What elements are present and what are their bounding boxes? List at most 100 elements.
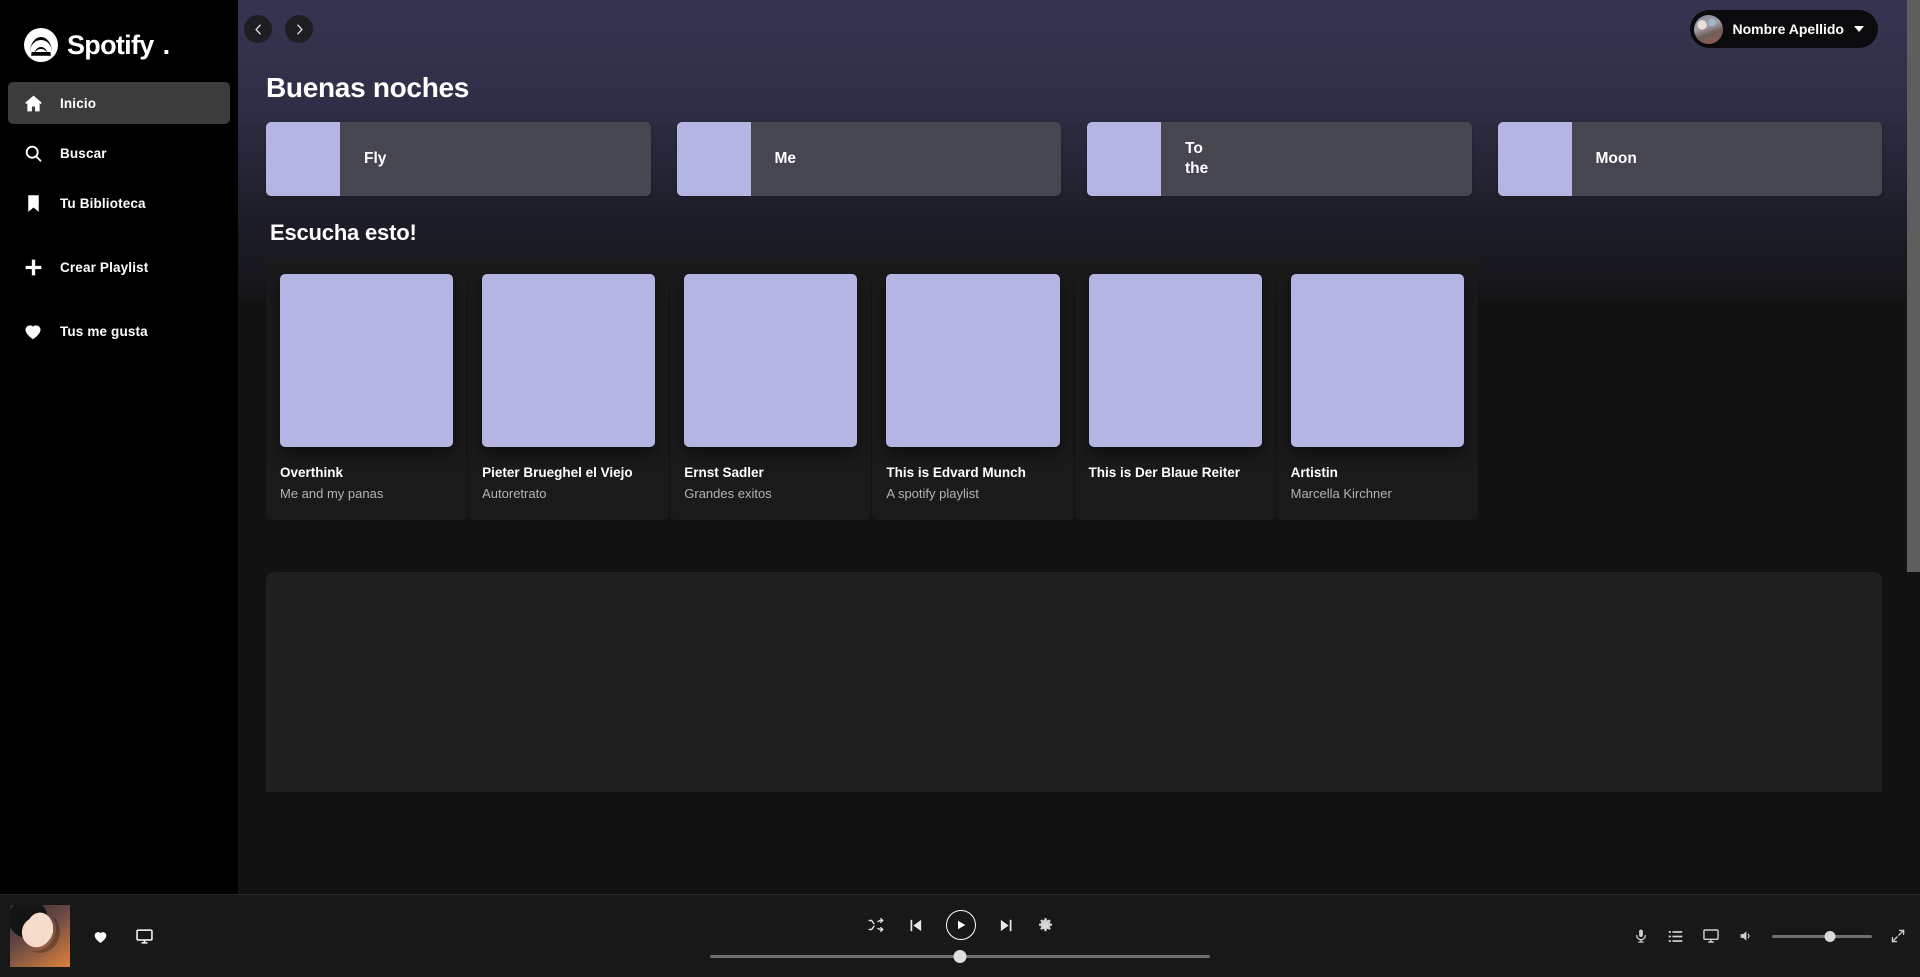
album-card[interactable]: Overthink Me and my panas xyxy=(266,260,468,521)
shortcut-card[interactable]: Me xyxy=(676,122,1061,196)
volume-button[interactable] xyxy=(1738,928,1754,944)
spotify-logo-icon xyxy=(24,28,58,62)
shortcut-thumbnail xyxy=(676,122,751,196)
topbar: Nombre Apellido xyxy=(238,0,1920,58)
album-title: This is Der Blaue Reiter xyxy=(1088,465,1241,481)
album-art xyxy=(886,274,1060,448)
album-card[interactable]: This is Edvard Munch A spotify playlist xyxy=(872,260,1074,521)
shortcut-card[interactable]: Moon xyxy=(1497,122,1882,196)
back-button[interactable] xyxy=(244,15,272,43)
avatar xyxy=(1693,14,1723,44)
album-subtitle: A spotify playlist xyxy=(886,486,979,502)
user-name-label: Nombre Apellido xyxy=(1732,21,1845,37)
history-nav xyxy=(244,15,313,43)
album-card-empty xyxy=(1681,260,1882,520)
album-art xyxy=(684,274,858,448)
album-art xyxy=(1088,274,1262,448)
forward-button[interactable] xyxy=(285,15,313,43)
brand-dot: . xyxy=(162,29,171,60)
spotify-logo[interactable]: Spotify . xyxy=(0,14,238,66)
spotify-app-window: Spotify . Inicio Buscar Tu Biblioteca Cr… xyxy=(0,0,1920,977)
page-title: Buenas noches xyxy=(266,72,470,103)
play-button[interactable] xyxy=(945,910,976,940)
transport-buttons xyxy=(867,910,1054,940)
sidebar-item-crear-playlist[interactable]: Crear Playlist xyxy=(8,246,230,288)
next-button[interactable] xyxy=(998,917,1015,934)
shortcut-card[interactable]: To the xyxy=(1087,122,1472,196)
heart-icon xyxy=(22,320,44,342)
section-title: Escucha esto! xyxy=(270,220,417,245)
album-title: Pieter Brueghel el Viejo xyxy=(482,465,633,481)
album-title: Ernst Sadler xyxy=(684,465,764,481)
album-title: Overthink xyxy=(280,465,344,481)
album-subtitle: Grandes exitos xyxy=(684,486,772,502)
sidebar-item-inicio[interactable]: Inicio xyxy=(8,82,230,124)
shortcut-title-line2: the xyxy=(1185,160,1209,177)
sidebar-item-tus-me-gusta[interactable]: Tus me gusta xyxy=(8,310,230,352)
fullscreen-button[interactable] xyxy=(1890,928,1906,944)
volume-knob[interactable] xyxy=(1824,930,1836,942)
album-subtitle: Autoretrato xyxy=(482,486,547,502)
progress-knob[interactable] xyxy=(953,949,967,963)
album-card[interactable]: Artistin Marcella Kirchner xyxy=(1276,260,1478,521)
sidebar-item-label: Crear Playlist xyxy=(60,259,149,275)
monitor-icon[interactable] xyxy=(135,927,154,946)
album-card[interactable]: Pieter Brueghel el Viejo Autoretrato xyxy=(468,260,670,521)
home-content: Buenas noches Fly Me To the Moon Escucha… xyxy=(238,72,1920,793)
now-playing-actions xyxy=(92,927,154,946)
sidebar-item-label: Buscar xyxy=(60,145,107,161)
bookmark-icon xyxy=(22,192,44,214)
main-scroll-area: Nombre Apellido Buenas noches Fly Me To … xyxy=(238,0,1920,894)
album-card[interactable]: Ernst Sadler Grandes exitos xyxy=(670,260,872,521)
home-icon xyxy=(22,92,44,114)
sidebar-item-label: Inicio xyxy=(60,95,97,111)
shortcut-thumbnail xyxy=(266,122,340,196)
microphone-button[interactable] xyxy=(1633,928,1649,944)
shuffle-button[interactable] xyxy=(867,916,885,934)
brand-name: Spotify xyxy=(67,29,154,60)
queue-button[interactable] xyxy=(1667,928,1684,945)
album-art xyxy=(482,274,656,448)
shortcut-title-line1: To xyxy=(1185,140,1203,157)
volume-slider[interactable] xyxy=(1772,930,1872,942)
album-subtitle: Marcella Kirchner xyxy=(1290,486,1392,502)
vertical-scrollbar[interactable] xyxy=(1907,0,1920,894)
shortcut-thumbnail xyxy=(1087,122,1161,196)
play-icon xyxy=(957,920,965,930)
scrollbar-thumb[interactable] xyxy=(1907,0,1920,572)
like-button[interactable] xyxy=(92,928,109,945)
album-art-thumbnail[interactable] xyxy=(10,905,70,967)
plus-icon xyxy=(22,256,44,278)
shortcut-title: Me xyxy=(751,122,797,196)
settings-button[interactable] xyxy=(1037,917,1054,934)
sidebar-item-buscar[interactable]: Buscar xyxy=(8,132,230,174)
shortcut-title: Moon xyxy=(1572,122,1637,196)
shortcut-title: Fly xyxy=(340,122,386,196)
shortcut-card[interactable]: Fly xyxy=(266,122,651,196)
album-card[interactable]: This is Der Blaue Reiter xyxy=(1074,260,1276,521)
shortcut-title-line1: Moon xyxy=(1595,150,1637,167)
playback-controls xyxy=(360,910,1560,963)
album-card-row: Overthink Me and my panas Pieter Brueghe… xyxy=(266,260,1882,521)
album-subtitle: Me and my panas xyxy=(280,486,384,502)
player-bar xyxy=(0,894,1920,977)
album-art xyxy=(1290,274,1464,448)
user-profile-button[interactable]: Nombre Apellido xyxy=(1689,10,1878,48)
connect-device-button[interactable] xyxy=(1702,927,1720,945)
sidebar-item-label: Tu Biblioteca xyxy=(60,195,146,211)
volume-track xyxy=(1772,934,1872,938)
empty-panel xyxy=(266,572,1882,793)
progress-slider[interactable] xyxy=(710,949,1210,963)
sidebar-item-tu-biblioteca[interactable]: Tu Biblioteca xyxy=(8,182,230,224)
main-content: Nombre Apellido Buenas noches Fly Me To … xyxy=(238,0,1920,894)
previous-button[interactable] xyxy=(907,917,924,934)
player-right-controls xyxy=(1560,927,1920,945)
sidebar-item-label: Tus me gusta xyxy=(60,323,148,339)
shortcut-title-line1: Fly xyxy=(364,150,387,167)
shortcut-grid: Fly Me To the Moon xyxy=(266,122,1882,196)
shortcut-title: To the xyxy=(1161,122,1208,196)
